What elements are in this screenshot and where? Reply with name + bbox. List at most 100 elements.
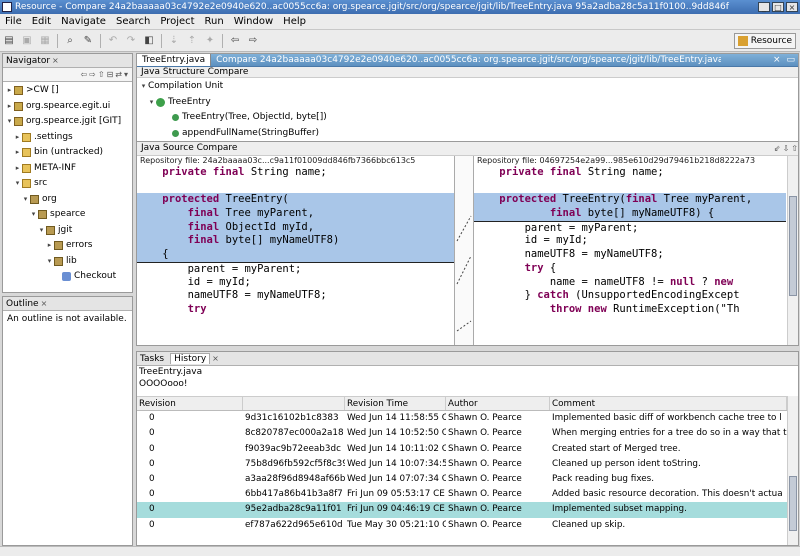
twisty-icon[interactable]: ▾ bbox=[21, 192, 30, 207]
next-difference-icon[interactable]: ⇩ bbox=[783, 142, 790, 155]
twisty-icon[interactable]: ▾ bbox=[5, 114, 14, 129]
navigator-tree-item[interactable]: Checkout bbox=[3, 269, 132, 285]
tab-tasks[interactable]: Tasks bbox=[140, 354, 164, 364]
navigator-tree-item[interactable]: ▸ errors bbox=[3, 238, 132, 254]
structure-tree-item[interactable]: appendFullName(StringBuffer) bbox=[137, 126, 798, 142]
twisty-icon[interactable]: ▾ bbox=[29, 207, 38, 222]
navigator-tree-item[interactable]: ▾ src bbox=[3, 176, 132, 192]
col-revision[interactable]: Revision bbox=[137, 397, 243, 411]
editor-tab-compare[interactable]: Compare 24a2baaaaa03c4792e2e0940e620..ac… bbox=[211, 54, 721, 66]
history-row[interactable]: 0 9d31c16102b1c8383 Wed Jun 14 11:58:55 CS… bbox=[137, 411, 787, 426]
history-row[interactable]: 0 6bb417a86b41b3a8f7 Fri Jun 09 05:53:17 C… bbox=[137, 487, 787, 502]
next-annotation-icon[interactable]: ⇣ bbox=[166, 33, 182, 49]
twisty-icon[interactable]: ▾ bbox=[37, 223, 46, 238]
menu-project[interactable]: Project bbox=[155, 16, 199, 27]
edit-icon[interactable]: ✎ bbox=[80, 33, 96, 49]
editor-tab-treeentry[interactable]: TreeEntry.java bbox=[137, 54, 212, 66]
navigator-tab[interactable]: Navigator × bbox=[3, 54, 132, 68]
previous-difference-icon[interactable]: ⇧ bbox=[791, 142, 798, 155]
up-icon[interactable]: ⇧ bbox=[98, 70, 105, 79]
close-icon[interactable]: × bbox=[786, 2, 798, 12]
outline-tab[interactable]: Outline × bbox=[3, 297, 132, 311]
col-author[interactable]: Author bbox=[446, 397, 550, 411]
menu-window[interactable]: Window bbox=[229, 16, 278, 27]
scrollbar-thumb[interactable] bbox=[789, 476, 797, 531]
twisty-icon[interactable]: ▸ bbox=[13, 145, 22, 160]
revision-author: Shawn O. Pearce bbox=[448, 428, 522, 439]
twisty-icon[interactable]: ▸ bbox=[5, 83, 14, 98]
navigator-tree-item[interactable]: ▸ META-INF bbox=[3, 161, 132, 177]
twisty-icon[interactable]: ▸ bbox=[13, 130, 22, 145]
menu-edit[interactable]: Edit bbox=[27, 16, 56, 27]
twisty-icon[interactable]: ▸ bbox=[45, 238, 54, 253]
revision-flag: 0 bbox=[149, 519, 155, 530]
maximize-icon[interactable]: □ bbox=[772, 2, 784, 12]
minimize-icon[interactable]: ▭ bbox=[783, 54, 798, 66]
twisty-icon[interactable]: ▸ bbox=[5, 99, 14, 114]
history-row[interactable]: 0 95e2adba28c9a11f01 Fri Jun 09 04:46:19 C… bbox=[137, 502, 787, 518]
revision-author: Shawn O. Pearce bbox=[448, 458, 522, 469]
tab-spacer bbox=[721, 54, 770, 66]
search-icon[interactable]: ⌕ bbox=[62, 33, 78, 49]
twisty-icon[interactable]: ▾ bbox=[13, 176, 22, 191]
left-source-pane[interactable]: Repository file: 24a2baaaa03c...c9a11f01… bbox=[137, 156, 455, 345]
close-icon[interactable]: × bbox=[770, 54, 784, 66]
navigator-tree-item[interactable]: ▸ .settings bbox=[3, 130, 132, 146]
history-vertical-scrollbar[interactable] bbox=[787, 396, 798, 545]
navigator-tree-item[interactable]: ▾ jgit bbox=[3, 223, 132, 239]
back-icon[interactable]: ⇦ bbox=[227, 33, 243, 49]
menu-navigate[interactable]: Navigate bbox=[56, 16, 111, 27]
menu-file[interactable]: File bbox=[0, 16, 27, 27]
navigator-tree-item[interactable]: ▾ spearce bbox=[3, 207, 132, 223]
perspective-switcher[interactable]: Resource bbox=[733, 33, 796, 49]
link-icon[interactable]: ⇄ bbox=[115, 70, 122, 79]
history-row[interactable]: 0 75b8d96fb592cf5f8c39 Wed Jun 14 10:07:34… bbox=[137, 457, 787, 472]
navigator-tree-item[interactable]: ▾ lib bbox=[3, 254, 132, 270]
menu-search[interactable]: Search bbox=[111, 16, 155, 27]
navigator-item-label: lib bbox=[66, 255, 77, 266]
forward-icon[interactable]: ⇨ bbox=[245, 33, 261, 49]
redo-icon[interactable]: ↷ bbox=[123, 33, 139, 49]
save-icon[interactable]: ▣ bbox=[19, 33, 35, 49]
close-icon[interactable]: × bbox=[41, 299, 48, 308]
navigator-tree-item[interactable]: ▸ >CW [] bbox=[3, 83, 132, 99]
prev-annotation-icon[interactable]: ⇡ bbox=[184, 33, 200, 49]
close-icon[interactable]: × bbox=[212, 354, 219, 363]
open-type-icon[interactable]: ◧ bbox=[141, 33, 157, 49]
navigator-tree-item[interactable]: ▾ org.spearce.jgit [GIT] bbox=[3, 114, 132, 130]
menu-help[interactable]: Help bbox=[278, 16, 311, 27]
navigator-item-label: .settings bbox=[34, 131, 73, 142]
right-source-pane[interactable]: Repository file: 04697254e2a99...985e610… bbox=[473, 156, 786, 345]
collapse-all-icon[interactable]: ⊟ bbox=[107, 70, 114, 79]
navigator-tree-item[interactable]: ▸ org.spearce.egit.ui bbox=[3, 99, 132, 115]
new-icon[interactable]: ▤ bbox=[1, 33, 17, 49]
history-row[interactable]: 0 ef787a622d965e610d Tue May 30 05:21:10 C… bbox=[137, 518, 787, 533]
menu-run[interactable]: Run bbox=[200, 16, 229, 27]
history-row[interactable]: 0 f9039ac9b72eeab3dc Wed Jun 14 10:11:02 C… bbox=[137, 442, 787, 457]
col-comment[interactable]: Comment bbox=[550, 397, 787, 411]
structure-tree-item[interactable]: ▾ TreeEntry bbox=[137, 95, 798, 111]
twisty-icon[interactable]: ▾ bbox=[147, 95, 156, 110]
view-menu-icon[interactable]: ▾ bbox=[124, 70, 128, 79]
last-edit-icon[interactable]: ✦ bbox=[202, 33, 218, 49]
structure-tree-item[interactable]: ▾ Compilation Unit bbox=[137, 79, 798, 95]
scrollbar-thumb[interactable] bbox=[789, 196, 797, 296]
col-revision-time[interactable]: Revision Time bbox=[345, 397, 446, 411]
close-icon[interactable]: × bbox=[52, 56, 59, 65]
tab-history[interactable]: History bbox=[170, 353, 211, 364]
twisty-icon[interactable]: ▾ bbox=[139, 79, 148, 94]
history-row[interactable]: 0 8c820787ec000a2a18 Wed Jun 14 10:52:50 C… bbox=[137, 426, 787, 441]
navigator-tree-item[interactable]: ▾ org bbox=[3, 192, 132, 208]
history-row[interactable]: 0 a3aa28f96d8948af66b Wed Jun 14 07:07:34 … bbox=[137, 472, 787, 487]
forward-icon[interactable]: ⇨ bbox=[89, 70, 96, 79]
twisty-icon[interactable]: ▾ bbox=[45, 254, 54, 269]
navigator-tree-item[interactable]: ▸ bin (untracked) bbox=[3, 145, 132, 161]
undo-icon[interactable]: ↶ bbox=[105, 33, 121, 49]
back-icon[interactable]: ⇦ bbox=[80, 70, 87, 79]
print-icon[interactable]: ▦ bbox=[37, 33, 53, 49]
copy-changes-icon[interactable]: ⇙ bbox=[774, 142, 781, 155]
structure-tree-item[interactable]: TreeEntry(Tree, ObjectId, byte[]) bbox=[137, 110, 798, 126]
minimize-icon[interactable]: _ bbox=[758, 2, 770, 12]
twisty-icon[interactable]: ▸ bbox=[13, 161, 22, 176]
source-vertical-scrollbar[interactable] bbox=[787, 156, 798, 345]
